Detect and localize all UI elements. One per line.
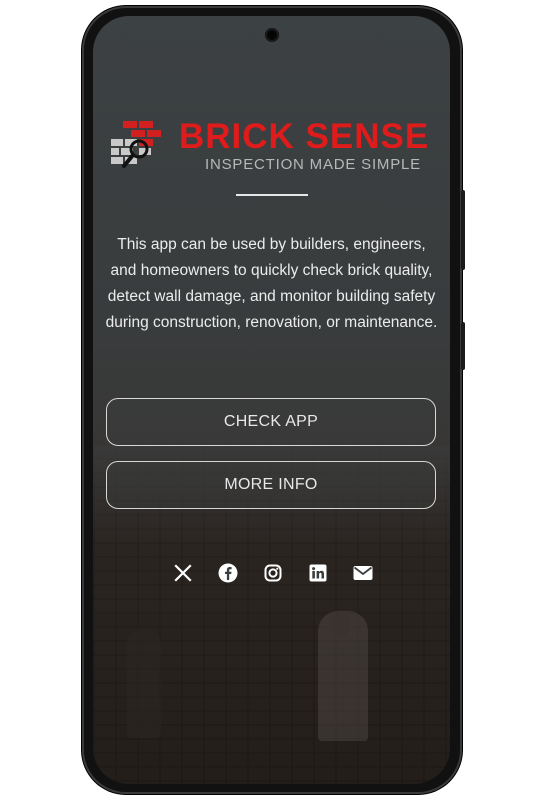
more-info-button[interactable]: MORE INFO [106,461,436,509]
front-camera [265,28,279,42]
x-icon[interactable] [173,563,193,583]
divider [236,194,308,196]
volume-button [461,322,465,370]
instagram-icon[interactable] [263,563,283,583]
worker-head [331,614,351,636]
app-description: This app can be used by builders, engine… [105,236,438,331]
brand-name: BRICK SENSE [179,117,430,156]
social-links [173,562,373,584]
brick-magnifier-icon [111,121,161,168]
brand-tagline: INSPECTION MADE SIMPLE [205,156,421,173]
check-app-button[interactable]: CHECK APP [106,398,436,446]
brand-logo: BRICK SENSE INSPECTION MADE SIMPLE [109,117,439,179]
power-button [461,190,465,270]
linkedin-icon[interactable] [308,563,328,583]
worker-silhouette-left [127,628,161,738]
app-screen: BRICK SENSE INSPECTION MADE SIMPLE This … [93,16,450,784]
facebook-icon[interactable] [218,563,238,583]
email-icon[interactable] [353,563,373,583]
